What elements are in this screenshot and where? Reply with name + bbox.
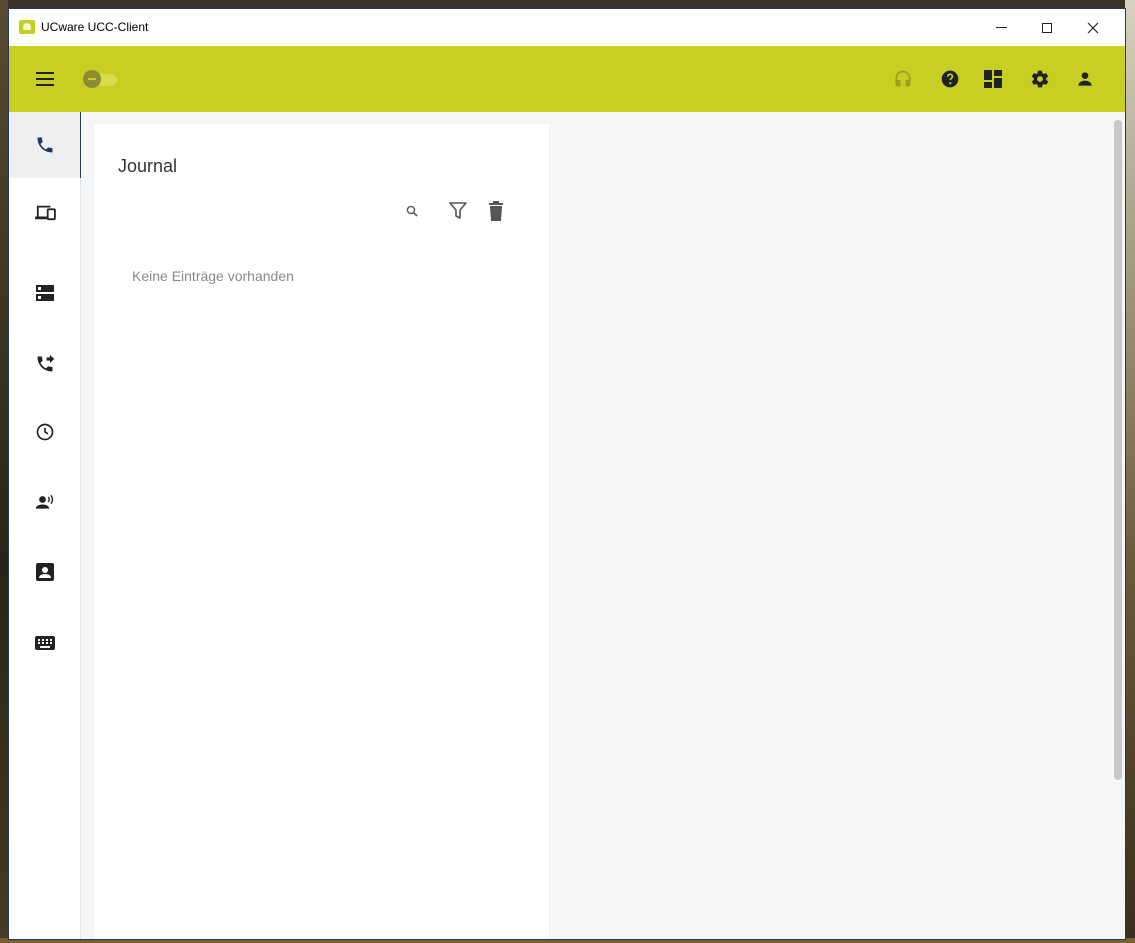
- app-logo-icon: [19, 20, 35, 34]
- storage-icon: [36, 285, 54, 301]
- help-button[interactable]: [938, 67, 962, 91]
- sidebar-item-call-forward[interactable]: [9, 331, 81, 397]
- settings-button[interactable]: [1028, 67, 1052, 91]
- maximize-icon: [1042, 22, 1052, 33]
- headset-icon: [895, 70, 911, 87]
- phone-icon: [37, 137, 53, 153]
- do-not-disturb-icon: [83, 70, 101, 88]
- dashboard-icon: [984, 70, 1002, 88]
- menu-button[interactable]: [33, 67, 57, 91]
- desktop-background-right: [1125, 0, 1135, 943]
- nav-sidebar: [9, 112, 82, 939]
- journal-title: Journal: [118, 156, 178, 176]
- main-content: Journal Keine Einträge vorhanden: [81, 112, 1125, 939]
- sidebar-item-contacts[interactable]: [9, 539, 81, 605]
- account-button[interactable]: [1073, 67, 1097, 91]
- maximize-button[interactable]: [1024, 9, 1070, 46]
- help-icon: [941, 70, 959, 88]
- contact-card-icon: [36, 563, 54, 581]
- filter-button[interactable]: [445, 198, 471, 224]
- menu-icon: [36, 72, 54, 86]
- search-icon: [406, 205, 418, 217]
- search-button[interactable]: [399, 198, 425, 224]
- sidebar-item-history[interactable]: [9, 399, 81, 465]
- journal-panel: Journal Keine Einträge vorhanden: [94, 124, 549, 939]
- trash-icon: [489, 201, 503, 221]
- minimize-icon: [995, 27, 1007, 28]
- sidebar-item-storage[interactable]: [9, 260, 81, 326]
- presence-toggle[interactable]: [83, 70, 119, 88]
- account-icon: [1078, 72, 1092, 86]
- sidebar-item-devices[interactable]: [9, 179, 81, 245]
- window-title: UCware UCC-Client: [41, 20, 149, 34]
- delete-button[interactable]: [483, 198, 509, 224]
- vertical-scrollbar[interactable]: [1114, 120, 1122, 780]
- clock-icon: [36, 423, 54, 441]
- desktop-background-left: [0, 0, 8, 943]
- headset-button[interactable]: [891, 67, 915, 91]
- settings-icon: [1031, 70, 1049, 88]
- sidebar-item-keypad[interactable]: [9, 610, 81, 676]
- sidebar-item-journal[interactable]: [9, 112, 82, 178]
- devices-icon: [35, 205, 56, 221]
- title-bar[interactable]: UCware UCC-Client: [9, 9, 1125, 46]
- record-voice-icon: [35, 494, 54, 509]
- app-window: UCware UCC-Client Journal Keine Einträge…: [8, 8, 1126, 940]
- app-toolbar: [9, 46, 1125, 112]
- minimize-button[interactable]: [978, 9, 1024, 46]
- close-button[interactable]: [1070, 9, 1116, 46]
- filter-icon: [449, 202, 467, 219]
- phone-forward-icon: [37, 354, 55, 372]
- keyboard-icon: [35, 636, 55, 650]
- close-icon: [1087, 22, 1099, 33]
- dashboard-button[interactable]: [981, 67, 1005, 91]
- empty-state-message: Keine Einträge vorhanden: [132, 268, 294, 284]
- sidebar-item-presence[interactable]: [9, 469, 81, 535]
